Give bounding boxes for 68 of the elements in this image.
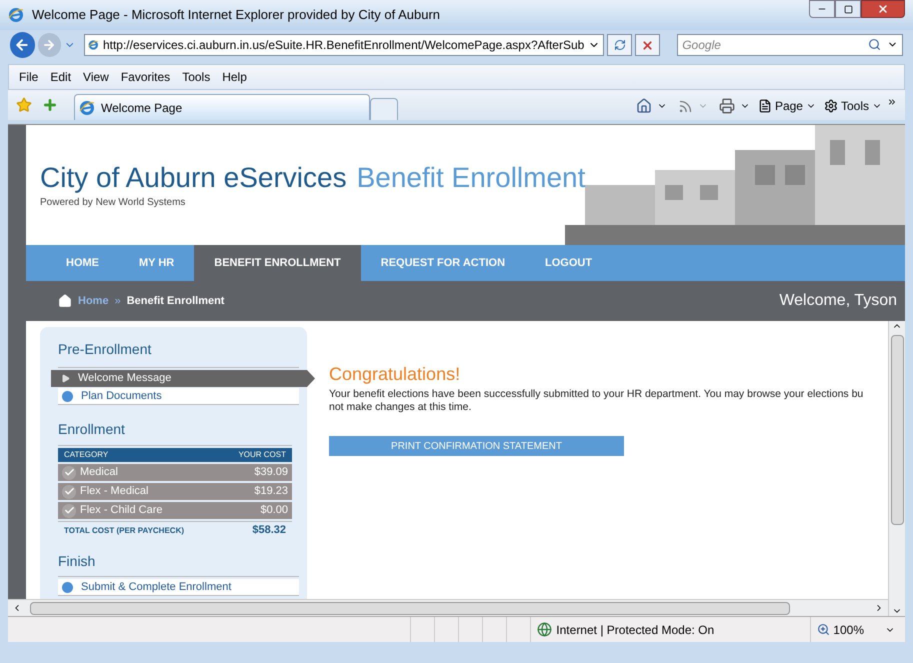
print-icon[interactable]	[718, 98, 735, 114]
menu-item[interactable]: File	[19, 68, 38, 86]
feed-icon[interactable]	[678, 98, 693, 114]
search-icon[interactable]	[868, 38, 881, 51]
category-cell-text: Medical	[80, 465, 118, 480]
close-icon	[877, 3, 889, 15]
menu-item[interactable]: Favorites	[120, 68, 170, 86]
sidebar-item[interactable]: Plan Documents	[58, 388, 299, 405]
home-icon[interactable]	[636, 98, 652, 114]
maximize-button[interactable]	[835, 0, 861, 18]
menu-item[interactable]: View	[83, 68, 109, 86]
section-heading: Pre-Enrollment	[58, 340, 152, 359]
vertical-scrollbar[interactable]	[888, 321, 905, 616]
stop-button[interactable]	[635, 34, 660, 56]
bullet-icon	[62, 582, 73, 592]
stop-icon	[641, 38, 654, 52]
more-icon[interactable]	[887, 97, 897, 107]
cost-cell-text: $39.09	[254, 465, 288, 480]
add-favorite-icon[interactable]	[42, 97, 58, 113]
congratulations-heading: Congratulations!	[329, 363, 462, 386]
table-header: CATEGORY YOUR COST	[58, 448, 292, 462]
browser-logo-icon	[8, 7, 24, 23]
category-cell-text: Flex - Child Care	[80, 503, 163, 518]
horizontal-scrollbar[interactable]	[8, 599, 888, 616]
home-icon	[58, 294, 72, 308]
powered-by-text: Powered by New World Systems	[40, 196, 186, 210]
nav-tab[interactable]: BENEFIT ENROLLMENT	[194, 245, 361, 281]
settings-icon	[824, 99, 838, 113]
zoom-level[interactable]: 100%	[833, 620, 864, 638]
window-title: Welcome Page - Microsoft Internet Explorer provided by City of Auburn	[32, 6, 440, 24]
confirmation-message: Your benefit elections have been successfully submitted to your HR department. You may browse your elections bu not make changes at this time.	[329, 388, 864, 414]
close-button[interactable]	[861, 0, 905, 18]
cost-cell-text: $19.23	[254, 484, 288, 500]
section-heading: Enrollment	[58, 420, 126, 439]
total-label: TOTAL COST (PER PAYCHECK)	[64, 524, 184, 536]
browser-logo-icon	[79, 100, 95, 116]
zoom-icon[interactable]	[817, 623, 830, 636]
total-value: $58.32	[252, 523, 286, 538]
bullet-icon	[62, 390, 73, 402]
site-subtitle: Benefit Enrollment	[356, 161, 586, 195]
tools-menu-button[interactable]: Tools	[824, 97, 882, 115]
category-cell-text: Flex - Medical	[80, 484, 148, 500]
back-arrow-icon	[14, 37, 30, 53]
sidebar-item[interactable]: Welcome Message	[51, 370, 315, 387]
cost-cell-text: $0.00	[260, 503, 288, 518]
page-icon	[758, 99, 772, 113]
menu-item[interactable]: Help	[222, 68, 247, 86]
refresh-button[interactable]	[607, 34, 632, 56]
sidebar-item[interactable]: Submit & Complete Enrollment	[58, 579, 299, 596]
address-field[interactable]: http://eservices.ci.auburn.in.us/eSuite.HR.BenefitEnrollment/WelcomePage.aspx?AfterSub	[84, 34, 604, 56]
browser-tab[interactable]: Welcome Page	[74, 94, 370, 120]
globe-icon	[537, 622, 552, 637]
search-field[interactable]: Google	[677, 34, 903, 56]
play-icon	[61, 374, 70, 383]
site-title: City of Auburn eServices	[40, 161, 347, 195]
breadcrumb-current: Benefit Enrollment	[126, 294, 224, 309]
menu-item[interactable]: Tools	[182, 68, 210, 86]
page-menu-button[interactable]: Page	[758, 97, 816, 115]
favorites-star-icon[interactable]	[16, 97, 32, 113]
breadcrumb-separator: »	[114, 294, 121, 309]
refresh-icon	[614, 39, 626, 51]
back-button[interactable]	[10, 32, 35, 58]
welcome-text: Welcome, Tyson	[779, 291, 897, 311]
section-heading: Finish	[58, 552, 96, 571]
security-zone-text: Internet | Protected Mode: On	[556, 622, 714, 638]
minimize-button[interactable]	[809, 0, 835, 18]
maximize-icon	[844, 4, 852, 14]
menu-item[interactable]: Edit	[50, 68, 72, 86]
